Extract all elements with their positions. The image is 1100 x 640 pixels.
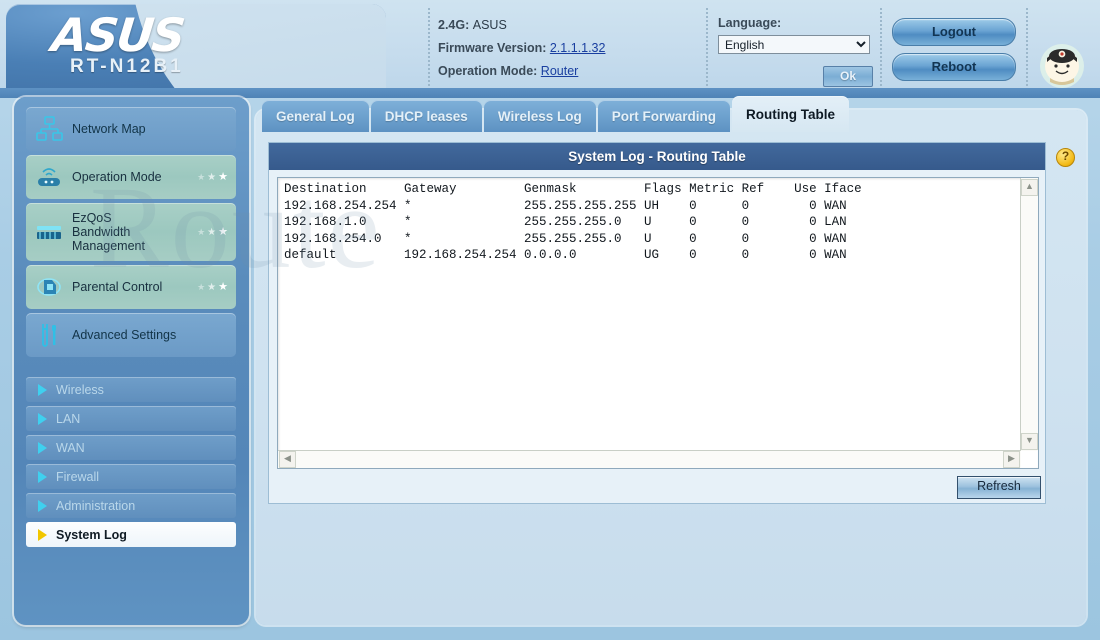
sidebar-item-parental-control[interactable]: Parental Control ★ ★ ★ bbox=[26, 265, 236, 309]
sidebar: Network Map Operation Mode ★ ★ ★ EzQoS B… bbox=[14, 97, 249, 625]
sidebar-item-firewall[interactable]: Firewall bbox=[26, 464, 236, 489]
operation-mode-label: Operation Mode: bbox=[438, 64, 538, 78]
header-divider-1 bbox=[428, 8, 430, 86]
sidebar-item-wireless[interactable]: Wireless bbox=[26, 377, 236, 402]
wrench-screwdriver-icon bbox=[26, 321, 72, 349]
scroll-up-icon[interactable]: ▲ bbox=[1021, 179, 1038, 196]
sidebar-item-operation-mode[interactable]: Operation Mode ★ ★ ★ bbox=[26, 155, 236, 199]
parental-control-icon bbox=[26, 273, 72, 301]
sidebar-item-wan[interactable]: WAN bbox=[26, 435, 236, 460]
operation-mode-link[interactable]: Router bbox=[541, 64, 579, 78]
sidebar-item-label: Firewall bbox=[56, 469, 100, 484]
tab-port-forwarding[interactable]: Port Forwarding bbox=[597, 100, 730, 132]
chevron-right-icon bbox=[38, 412, 47, 425]
help-question-icon[interactable]: ? bbox=[1056, 148, 1075, 167]
system-log-panel: System Log - Routing Table Destination G… bbox=[268, 142, 1046, 504]
router-info-block: 2.4G: ASUS Firmware Version: 2.1.1.1.32 … bbox=[438, 18, 605, 87]
operation-mode-row: Operation Mode: Router bbox=[438, 64, 605, 78]
sidebar-bottom-menu: Wireless LAN WAN Firewall Administration… bbox=[26, 377, 236, 551]
tab-general-log[interactable]: General Log bbox=[262, 100, 369, 132]
language-select[interactable]: English bbox=[718, 35, 870, 54]
band-label: 2.4G: bbox=[438, 18, 470, 32]
tab-routing-table[interactable]: Routing Table bbox=[731, 96, 849, 132]
star-badge: ★ ★ ★ bbox=[197, 170, 228, 183]
horizontal-scrollbar[interactable]: ◀ ▶ bbox=[278, 450, 1021, 468]
routing-table-text: Destination Gateway Genmask Flags Metric… bbox=[284, 182, 862, 262]
router-wifi-icon bbox=[26, 163, 72, 191]
sidebar-item-advanced-settings[interactable]: Advanced Settings bbox=[26, 313, 236, 357]
band-row: 2.4G: ASUS bbox=[438, 18, 605, 32]
tab-wireless-log[interactable]: Wireless Log bbox=[483, 100, 596, 132]
reboot-button[interactable]: Reboot bbox=[892, 53, 1016, 81]
sidebar-item-label: Operation Mode bbox=[72, 170, 162, 184]
sidebar-item-label: WAN bbox=[56, 440, 85, 455]
sidebar-top-menu: Network Map Operation Mode ★ ★ ★ EzQoS B… bbox=[26, 107, 236, 361]
language-ok-button[interactable]: Ok bbox=[823, 66, 873, 87]
firmware-label: Firmware Version: bbox=[438, 41, 547, 55]
sidebar-item-label: Wireless bbox=[56, 382, 104, 397]
chevron-right-icon bbox=[38, 441, 47, 454]
tab-bar: General Log DHCP leases Wireless Log Por… bbox=[262, 96, 851, 132]
router-model-label: RT-N12B1 bbox=[70, 56, 184, 77]
band-value: ASUS bbox=[472, 18, 507, 32]
chevron-right-icon bbox=[38, 383, 47, 396]
logout-button[interactable]: Logout bbox=[892, 18, 1016, 46]
star-badge: ★ ★ ★ bbox=[197, 225, 228, 238]
sidebar-item-label: LAN bbox=[56, 411, 81, 426]
network-map-icon bbox=[26, 115, 72, 143]
sidebar-item-label: Advanced Settings bbox=[72, 328, 177, 342]
language-label: Language: bbox=[718, 16, 782, 30]
refresh-button[interactable]: Refresh bbox=[957, 476, 1041, 499]
header-divider-4 bbox=[1026, 8, 1028, 86]
chevron-right-icon bbox=[38, 499, 47, 512]
panel-title: System Log - Routing Table bbox=[269, 143, 1045, 170]
page-header: ASUS RT-N12B1 2.4G: ASUS Firmware Versio… bbox=[0, 0, 1100, 98]
firmware-version-link[interactable]: 2.1.1.1.32 bbox=[550, 41, 606, 55]
mascot-face-icon bbox=[1040, 44, 1084, 88]
star-badge: ★ ★ ★ bbox=[197, 280, 228, 293]
sidebar-item-ezqos[interactable]: EzQoS Bandwidth Management ★ ★ ★ bbox=[26, 203, 236, 261]
sidebar-item-administration[interactable]: Administration bbox=[26, 493, 236, 518]
header-divider-2 bbox=[706, 8, 708, 86]
scroll-left-icon[interactable]: ◀ bbox=[279, 451, 296, 468]
vertical-scrollbar[interactable]: ▲ ▼ bbox=[1020, 178, 1038, 451]
sidebar-item-lan[interactable]: LAN bbox=[26, 406, 236, 431]
content-panel: General Log DHCP leases Wireless Log Por… bbox=[256, 96, 1086, 625]
chevron-right-icon bbox=[38, 470, 47, 483]
sidebar-item-label: EzQoS Bandwidth Management bbox=[72, 211, 145, 253]
sidebar-item-label: Administration bbox=[56, 498, 136, 513]
firmware-row: Firmware Version: 2.1.1.1.32 bbox=[438, 41, 605, 55]
sidebar-item-label: Parental Control bbox=[72, 280, 163, 294]
scroll-down-icon[interactable]: ▼ bbox=[1021, 433, 1038, 450]
chevron-right-icon bbox=[38, 528, 47, 541]
bandwidth-bars-icon bbox=[26, 219, 72, 245]
sidebar-item-network-map[interactable]: Network Map bbox=[26, 107, 236, 151]
sidebar-item-system-log[interactable]: System Log bbox=[26, 522, 236, 547]
scroll-right-icon[interactable]: ▶ bbox=[1003, 451, 1020, 468]
tab-dhcp-leases[interactable]: DHCP leases bbox=[370, 100, 482, 132]
sidebar-item-label: System Log bbox=[56, 527, 127, 542]
router-admin-page: Route ASUS RT-N12B1 2.4G: ASUS Firmware … bbox=[0, 0, 1100, 640]
sidebar-item-label: Network Map bbox=[72, 122, 146, 136]
language-block: Language: English Ok bbox=[718, 16, 883, 87]
routing-table-log-box[interactable]: Destination Gateway Genmask Flags Metric… bbox=[277, 177, 1039, 469]
asus-logo: ASUS bbox=[49, 8, 187, 62]
